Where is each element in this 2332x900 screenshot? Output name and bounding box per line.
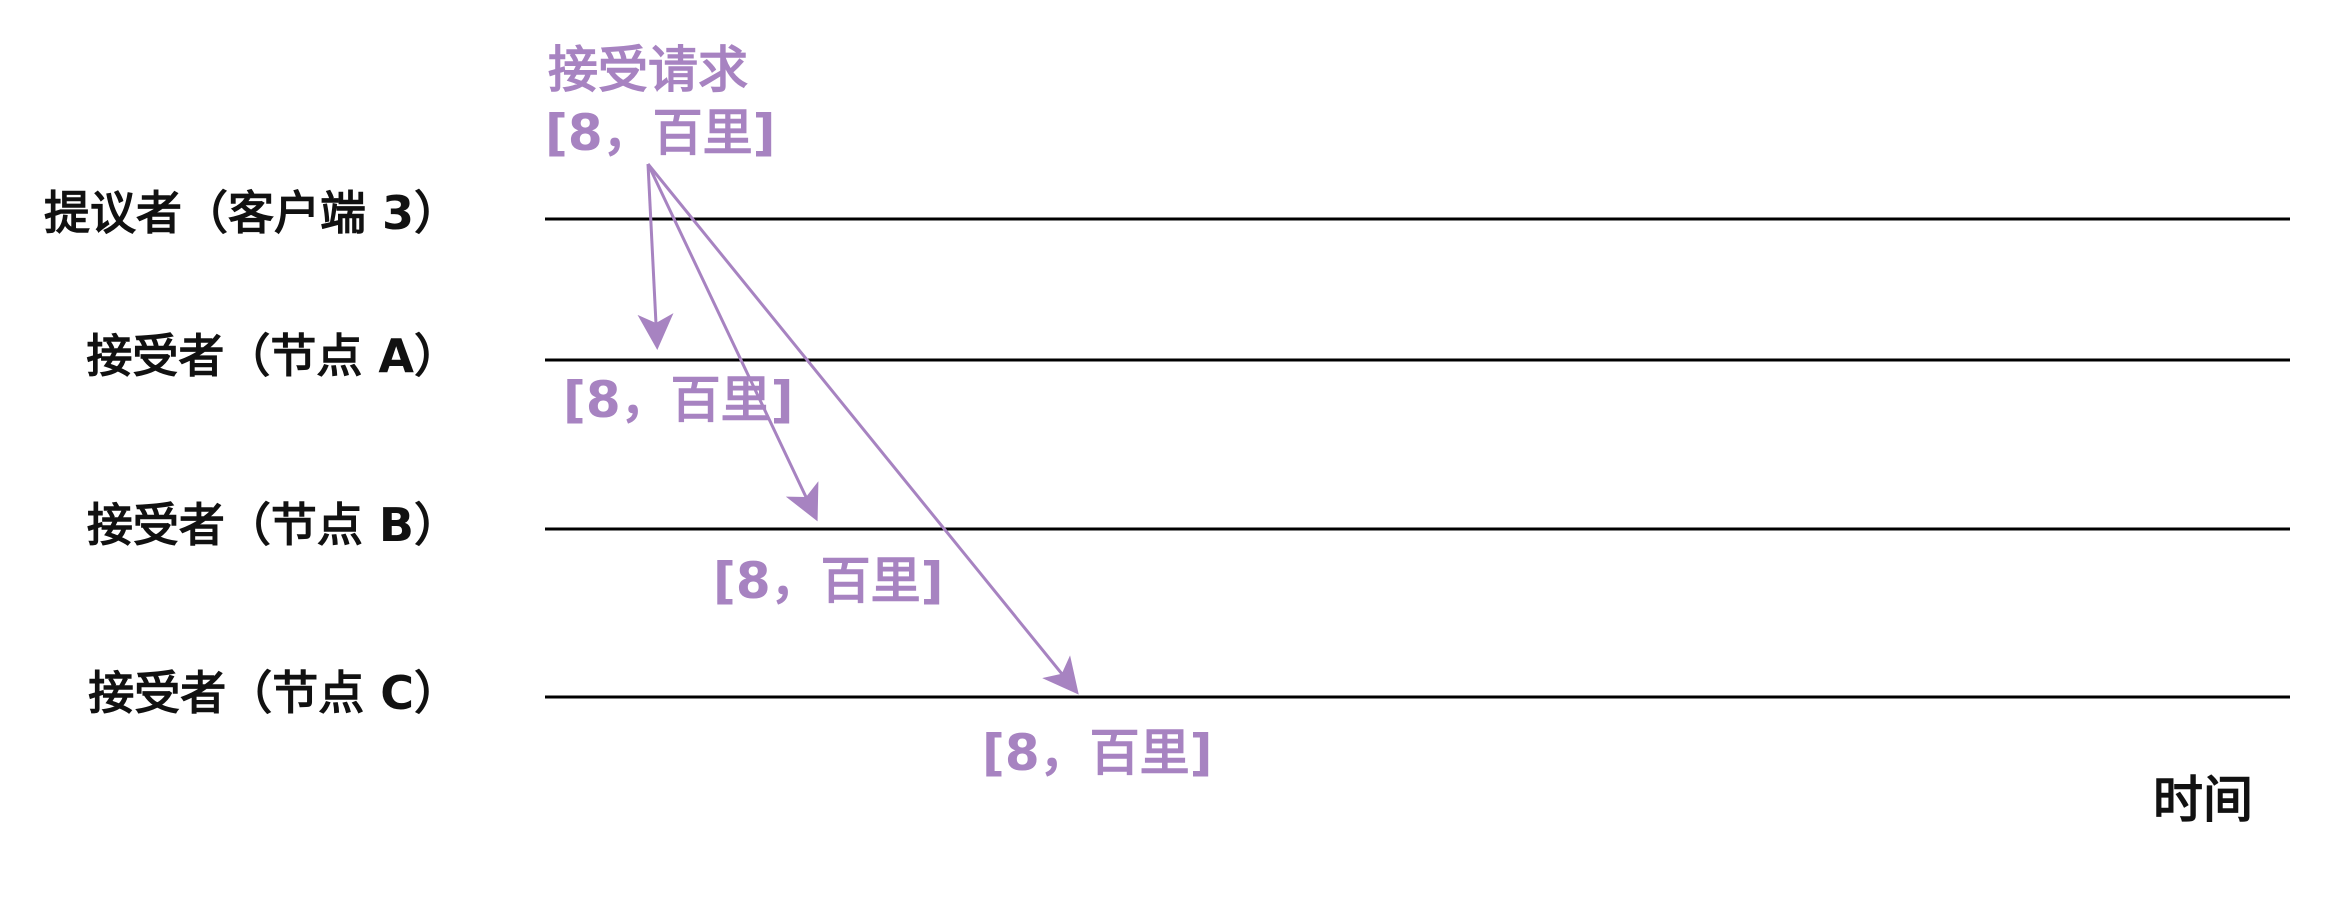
message-label-acceptor-a: [8，百里] — [563, 371, 794, 429]
actor-label-acceptor-a: 接受者（节点 A） — [86, 329, 460, 383]
actor-label-acceptor-b: 接受者（节点 B） — [86, 498, 460, 552]
message-arrow-to-acceptor-a — [637, 163, 674, 350]
time-axis-label: 时间 — [2153, 771, 2253, 829]
request-title: 接受请求 — [548, 41, 748, 99]
actor-label-acceptor-c: 接受者（节点 C） — [88, 666, 460, 720]
request-value: [8，百里] — [545, 104, 776, 162]
message-label-acceptor-c: [8，百里] — [982, 724, 1213, 782]
actor-label-proposer: 提议者（客户端 3） — [43, 186, 460, 240]
message-label-acceptor-b: [8，百里] — [713, 552, 944, 610]
